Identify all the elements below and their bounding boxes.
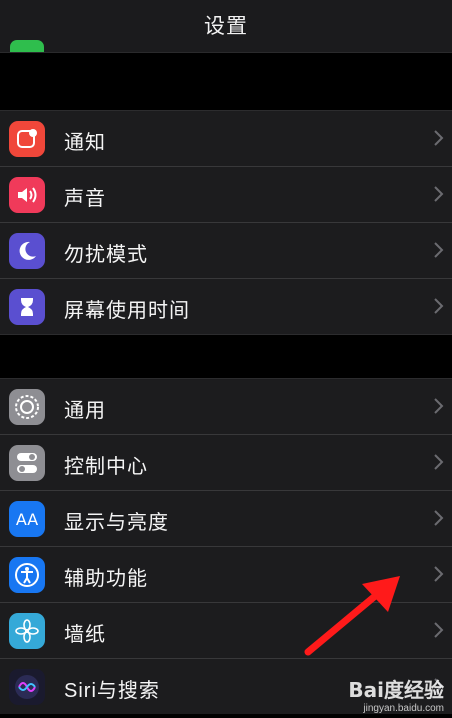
row-label: 墙纸 xyxy=(64,624,106,646)
accessibility-icon xyxy=(9,557,45,593)
row-label: 辅助功能 xyxy=(64,568,148,590)
scrolled-row-icon-peek xyxy=(10,40,44,52)
chevron-right-icon xyxy=(434,622,444,638)
chevron-right-icon xyxy=(434,566,444,582)
watermark: Bai度经验 jingyan.baidu.com xyxy=(348,674,444,714)
row-do-not-disturb[interactable]: 勿扰模式 xyxy=(0,223,452,279)
chevron-right-icon xyxy=(434,454,444,470)
moon-icon xyxy=(9,233,45,269)
display-aa-icon: AA xyxy=(9,501,45,537)
row-notifications[interactable]: 通知 xyxy=(0,111,452,167)
toggles-icon xyxy=(9,445,45,481)
annotation-arrow-icon xyxy=(304,576,400,656)
notifications-icon xyxy=(9,121,45,157)
hourglass-icon xyxy=(9,289,45,325)
row-label: 通知 xyxy=(64,132,106,154)
chevron-right-icon xyxy=(434,510,444,526)
siri-icon xyxy=(9,669,45,705)
chevron-right-icon xyxy=(434,130,444,146)
settings-group-1: 通知 声音 勿扰模式 屏幕使用时间 xyxy=(0,110,452,335)
row-label: 通用 xyxy=(64,400,106,422)
row-label: 声音 xyxy=(64,188,106,210)
wallpaper-flower-icon xyxy=(9,613,45,649)
gear-icon xyxy=(9,389,45,425)
chevron-right-icon xyxy=(434,242,444,258)
row-label: Siri与搜索 xyxy=(64,680,160,702)
row-display-brightness[interactable]: AA 显示与亮度 xyxy=(0,491,452,547)
navigation-bar: 设置 xyxy=(0,0,452,53)
row-screen-time[interactable]: 屏幕使用时间 xyxy=(0,279,452,334)
watermark-url: jingyan.baidu.com xyxy=(363,703,444,714)
page-title: 设置 xyxy=(204,15,248,38)
chevron-right-icon xyxy=(434,186,444,202)
row-control-center[interactable]: 控制中心 xyxy=(0,435,452,491)
settings-group-2: 通用 控制中心 AA 显示与亮度 辅助功能 墙纸 Siri与搜索 xyxy=(0,378,452,714)
row-general[interactable]: 通用 xyxy=(0,379,452,435)
row-label: 显示与亮度 xyxy=(64,512,169,534)
chevron-right-icon xyxy=(434,298,444,314)
sound-icon xyxy=(9,177,45,213)
row-sounds[interactable]: 声音 xyxy=(0,167,452,223)
row-label: 控制中心 xyxy=(64,456,148,478)
row-label: 屏幕使用时间 xyxy=(64,300,190,322)
watermark-brand: Bai度经验 xyxy=(348,678,444,702)
row-label: 勿扰模式 xyxy=(64,244,148,266)
chevron-right-icon xyxy=(434,398,444,414)
